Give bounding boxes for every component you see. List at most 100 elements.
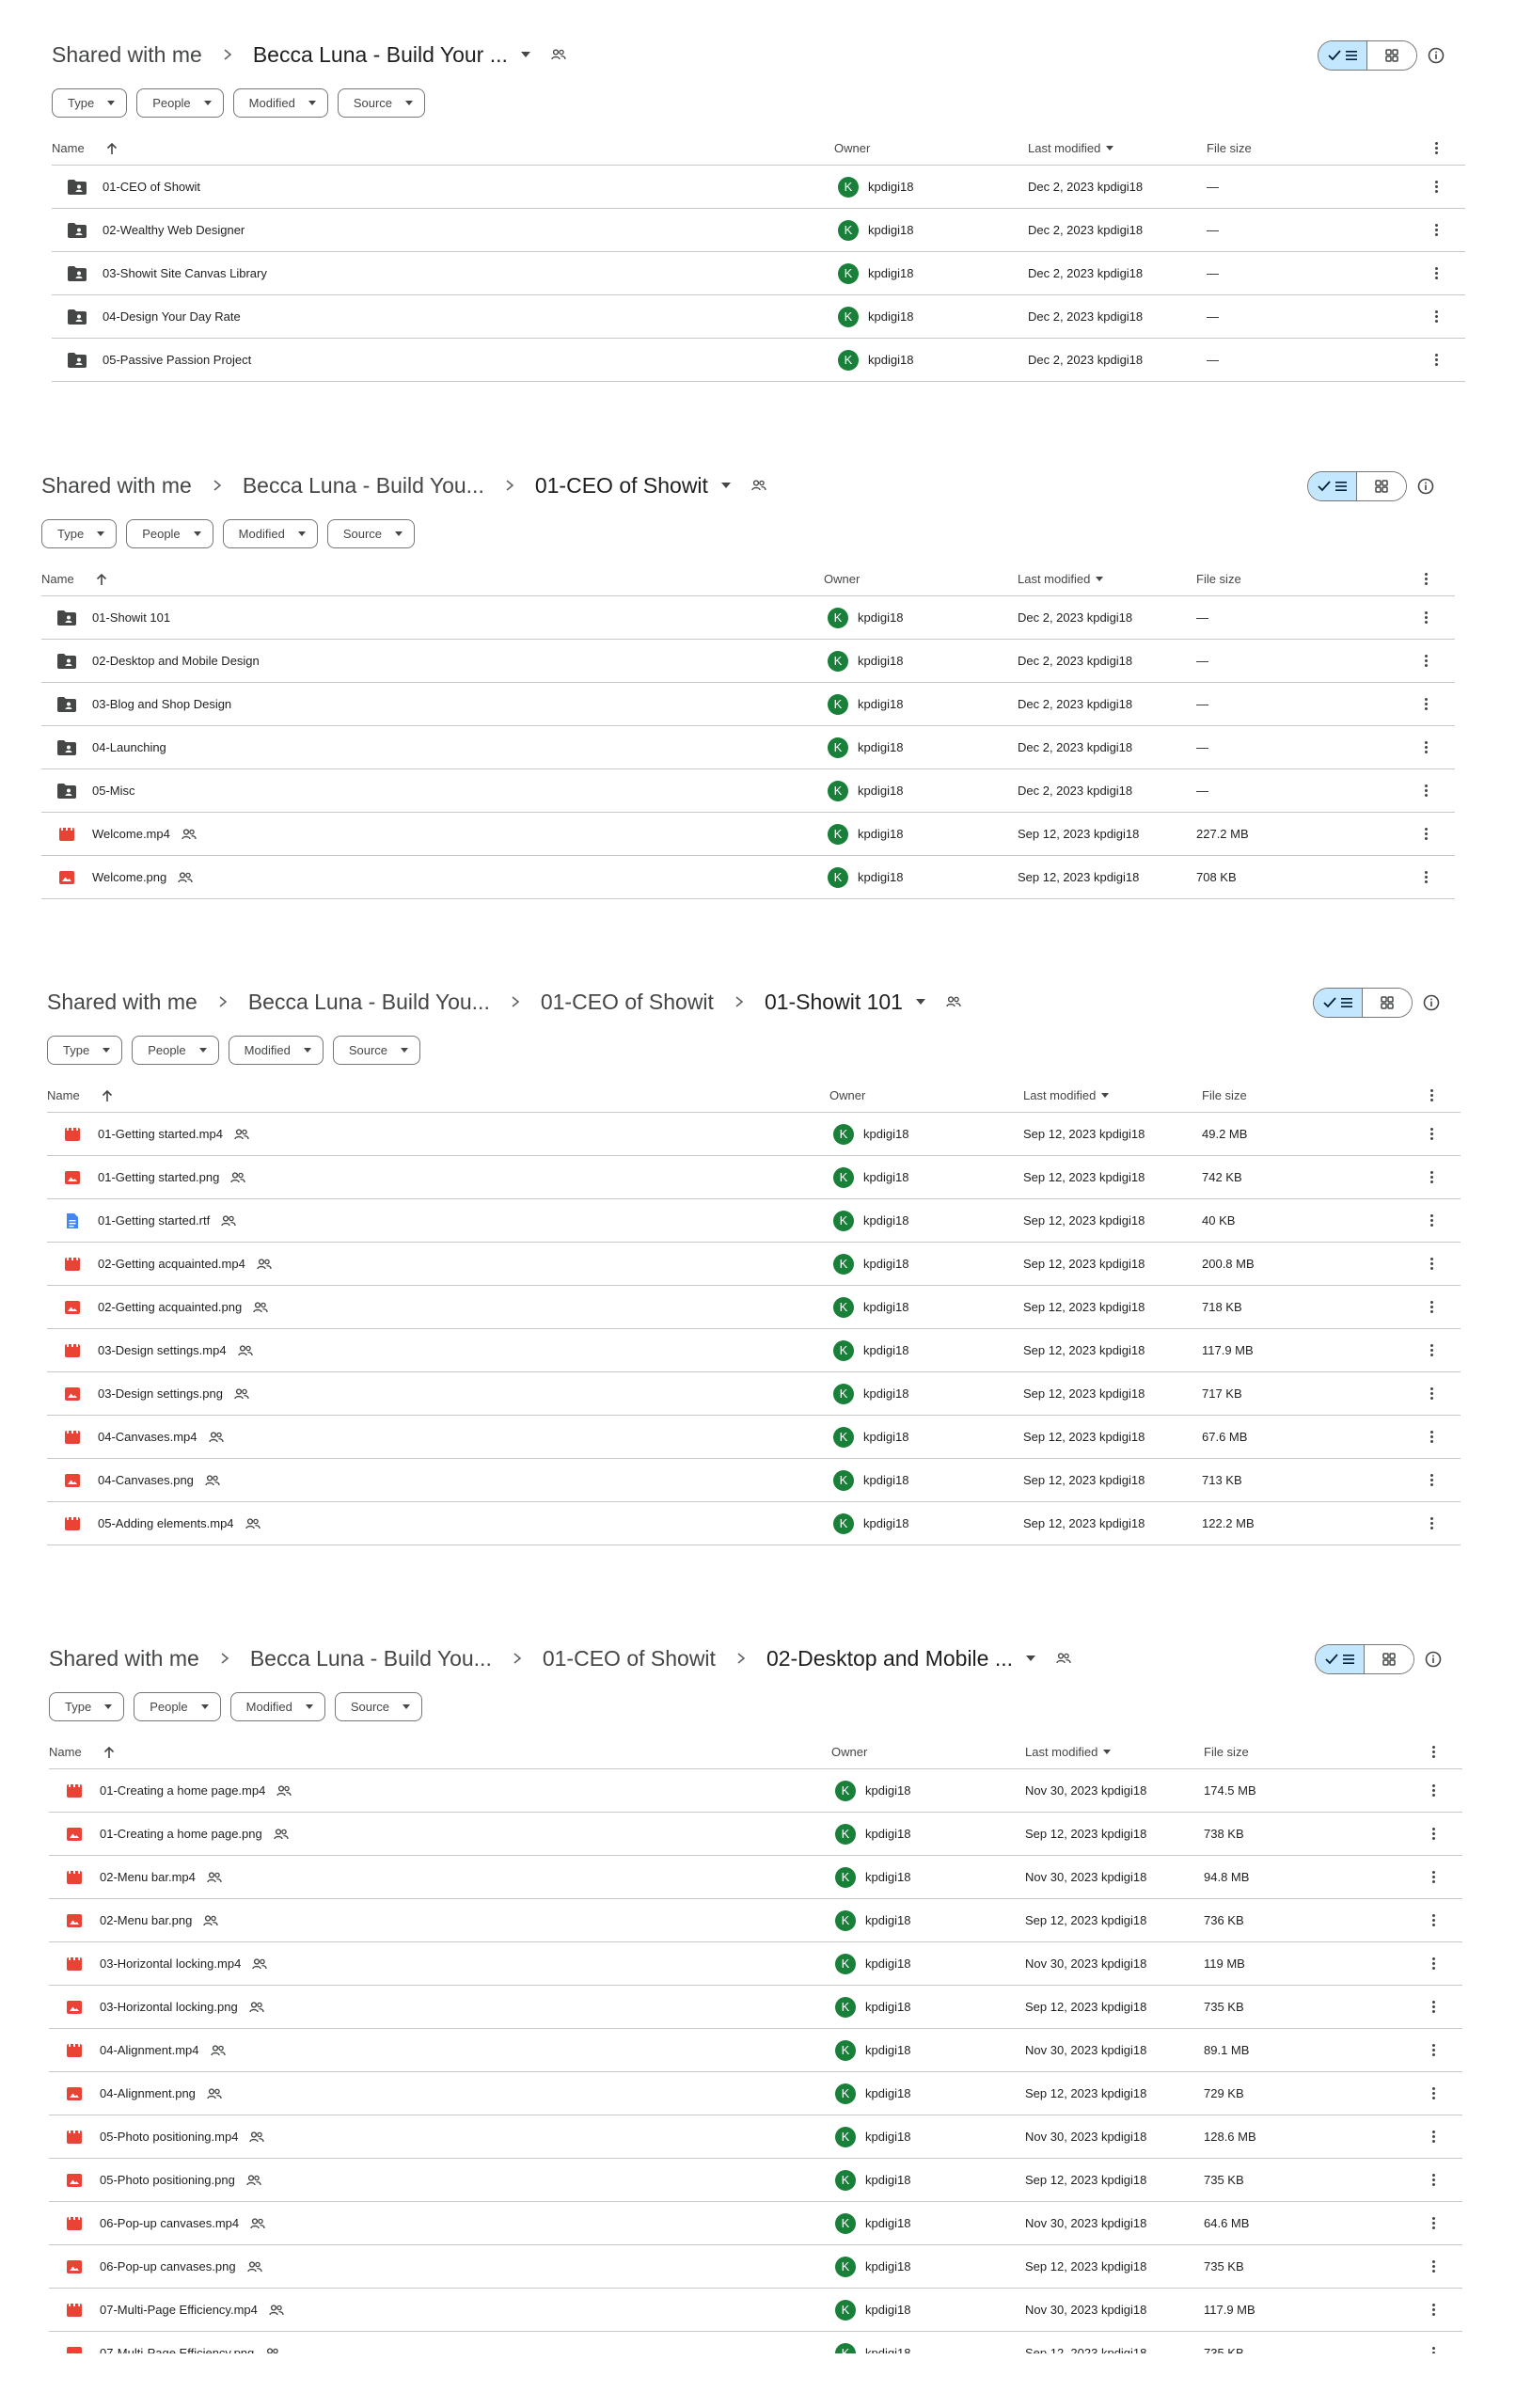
- more-options-icon[interactable]: [1424, 573, 1428, 585]
- file-row[interactable]: 04-Alignment.png Kkpdigi18 Sep 12, 2023 kp…: [49, 2072, 1462, 2115]
- file-name[interactable]: 01-Getting started.rtf: [98, 1213, 210, 1228]
- more-actions-icon[interactable]: [1431, 1784, 1435, 1797]
- grid-view-button[interactable]: [1367, 41, 1416, 70]
- filter-modified-chip[interactable]: Modified: [232, 88, 328, 118]
- file-name[interactable]: 07-Multi-Page Efficiency.mp4: [100, 2303, 258, 2317]
- file-row[interactable]: 02-Menu bar.mp4 Kkpdigi18 Nov 30, 2023 kpd…: [49, 1856, 1462, 1899]
- file-name[interactable]: 01-Getting started.png: [98, 1170, 219, 1184]
- column-name[interactable]: Name: [52, 132, 118, 165]
- filter-source-chip[interactable]: Source: [326, 519, 416, 548]
- file-name[interactable]: 04-Launching: [92, 740, 166, 754]
- folder-menu-caret-icon[interactable]: [720, 483, 731, 488]
- file-name[interactable]: 05-Photo positioning.png: [100, 2173, 235, 2187]
- details-button[interactable]: [1427, 46, 1445, 65]
- more-actions-icon[interactable]: [1429, 1387, 1433, 1400]
- file-name[interactable]: 02-Getting acquainted.png: [98, 1300, 242, 1314]
- more-actions-icon[interactable]: [1431, 2044, 1435, 2056]
- column-owner[interactable]: Owner: [834, 132, 870, 165]
- more-actions-icon[interactable]: [1424, 828, 1428, 840]
- file-row[interactable]: 01-Getting started.png Kkpdigi18 Sep 12, 2…: [47, 1156, 1461, 1199]
- grid-view-button[interactable]: [1363, 989, 1412, 1017]
- grid-view-button[interactable]: [1357, 472, 1406, 500]
- filter-source-chip[interactable]: Source: [332, 1036, 421, 1065]
- more-actions-icon[interactable]: [1431, 1871, 1435, 1883]
- file-row[interactable]: 07-Multi-Page Efficiency.mp4 Kkpdigi18 Nov…: [49, 2289, 1462, 2332]
- file-name[interactable]: 05-Passive Passion Project: [103, 353, 251, 367]
- file-name[interactable]: 02-Menu bar.mp4: [100, 1870, 196, 1884]
- more-options-icon[interactable]: [1434, 142, 1438, 154]
- file-name[interactable]: 01-Showit 101: [92, 610, 170, 625]
- file-row[interactable]: 05-Misc Kkpdigi18 Dec 2, 2023 kpdigi18 —: [41, 769, 1455, 813]
- more-actions-icon[interactable]: [1429, 1517, 1433, 1529]
- file-row[interactable]: 04-Launching Kkpdigi18 Dec 2, 2023 kpdigi1…: [41, 726, 1455, 769]
- file-name[interactable]: 01-CEO of Showit: [103, 180, 200, 194]
- column-owner[interactable]: Owner: [831, 1735, 867, 1768]
- more-actions-icon[interactable]: [1429, 1128, 1433, 1140]
- breadcrumb-current-folder[interactable]: Becca Luna - Build Your ...: [253, 42, 508, 68]
- more-actions-icon[interactable]: [1431, 2304, 1435, 2316]
- more-actions-icon[interactable]: [1431, 2260, 1435, 2273]
- file-row[interactable]: 03-Horizontal locking.mp4 Kkpdigi18 Nov 30…: [49, 1942, 1462, 1986]
- file-name[interactable]: 01-Creating a home page.mp4: [100, 1783, 265, 1798]
- filter-source-chip[interactable]: Source: [334, 1692, 423, 1721]
- more-options-icon[interactable]: [1429, 1089, 1433, 1101]
- column-file-size[interactable]: File size: [1202, 1079, 1247, 1112]
- details-button[interactable]: [1424, 1650, 1443, 1669]
- grid-view-button[interactable]: [1365, 1645, 1413, 1673]
- more-actions-icon[interactable]: [1431, 1957, 1435, 1970]
- file-row[interactable]: 02-Getting acquainted.png Kkpdigi18 Sep 12…: [47, 1286, 1461, 1329]
- file-name[interactable]: 03-Showit Site Canvas Library: [103, 266, 267, 280]
- more-actions-icon[interactable]: [1434, 224, 1438, 236]
- filter-type-chip[interactable]: Type: [49, 1692, 125, 1721]
- more-actions-icon[interactable]: [1429, 1214, 1433, 1227]
- more-actions-icon[interactable]: [1424, 784, 1428, 797]
- details-button[interactable]: [1416, 477, 1435, 496]
- file-row[interactable]: 03-Horizontal locking.png Kkpdigi18 Sep 12…: [49, 1986, 1462, 2029]
- file-row[interactable]: 05-Photo positioning.mp4 Kkpdigi18 Nov 30,…: [49, 2115, 1462, 2159]
- file-name[interactable]: 02-Desktop and Mobile Design: [92, 654, 260, 668]
- filter-type-chip[interactable]: Type: [41, 519, 118, 548]
- column-last-modified[interactable]: Last modified: [1023, 1079, 1110, 1112]
- more-actions-icon[interactable]: [1431, 1828, 1435, 1840]
- folder-menu-caret-icon[interactable]: [1026, 1656, 1036, 1661]
- file-row[interactable]: 03-Design settings.png Kkpdigi18 Sep 12, 2…: [47, 1372, 1461, 1416]
- file-name[interactable]: Welcome.png: [92, 870, 166, 884]
- file-name[interactable]: 05-Photo positioning.mp4: [100, 2130, 238, 2144]
- file-name[interactable]: 06-Pop-up canvases.mp4: [100, 2216, 239, 2230]
- more-options-icon[interactable]: [1431, 1746, 1435, 1758]
- file-row[interactable]: 05-Adding elements.mp4 Kkpdigi18 Sep 12, 2…: [47, 1502, 1461, 1545]
- column-file-size[interactable]: File size: [1207, 132, 1252, 165]
- more-actions-icon[interactable]: [1424, 698, 1428, 710]
- more-actions-icon[interactable]: [1424, 871, 1428, 883]
- more-actions-icon[interactable]: [1424, 741, 1428, 753]
- details-button[interactable]: [1422, 993, 1441, 1012]
- file-row[interactable]: 02-Desktop and Mobile Design Kkpdigi18 Dec…: [41, 640, 1455, 683]
- list-view-button[interactable]: [1319, 41, 1367, 70]
- file-row[interactable]: 01-Creating a home page.mp4 Kkpdigi18 Nov …: [49, 1769, 1462, 1813]
- list-view-button[interactable]: [1316, 1645, 1365, 1673]
- file-name[interactable]: 03-Horizontal locking.png: [100, 2000, 238, 2014]
- file-name[interactable]: 02-Getting acquainted.mp4: [98, 1257, 245, 1271]
- breadcrumb-current-folder[interactable]: 01-Showit 101: [765, 990, 903, 1015]
- more-actions-icon[interactable]: [1429, 1431, 1433, 1443]
- more-actions-icon[interactable]: [1429, 1258, 1433, 1270]
- file-name[interactable]: 03-Blog and Shop Design: [92, 697, 231, 711]
- more-actions-icon[interactable]: [1434, 310, 1438, 323]
- file-row[interactable]: 02-Getting acquainted.mp4 Kkpdigi18 Sep 12…: [47, 1243, 1461, 1286]
- list-view-button[interactable]: [1314, 989, 1363, 1017]
- filter-modified-chip[interactable]: Modified: [222, 519, 318, 548]
- file-name[interactable]: 07-Multi-Page Efficiency.png: [100, 2346, 254, 2353]
- file-row[interactable]: 05-Photo positioning.png Kkpdigi18 Sep 12,…: [49, 2159, 1462, 2202]
- file-row[interactable]: 01-CEO of Showit Kkpdigi18 Dec 2, 2023 kpd…: [52, 166, 1465, 209]
- file-row[interactable]: 06-Pop-up canvases.mp4 Kkpdigi18 Nov 30, 2…: [49, 2202, 1462, 2245]
- file-row[interactable]: 06-Pop-up canvases.png Kkpdigi18 Sep 12, 2…: [49, 2245, 1462, 2289]
- breadcrumb-item[interactable]: Becca Luna - Build You...: [250, 1646, 492, 1671]
- column-last-modified[interactable]: Last modified: [1025, 1735, 1112, 1768]
- file-name[interactable]: 04-Alignment.mp4: [100, 2043, 199, 2057]
- more-actions-icon[interactable]: [1431, 1914, 1435, 1926]
- more-actions-icon[interactable]: [1431, 2347, 1435, 2353]
- file-row[interactable]: 01-Creating a home page.png Kkpdigi18 Sep …: [49, 1813, 1462, 1856]
- column-name[interactable]: Name: [47, 1079, 114, 1112]
- filter-type-chip[interactable]: Type: [47, 1036, 123, 1065]
- column-name[interactable]: Name: [41, 562, 108, 595]
